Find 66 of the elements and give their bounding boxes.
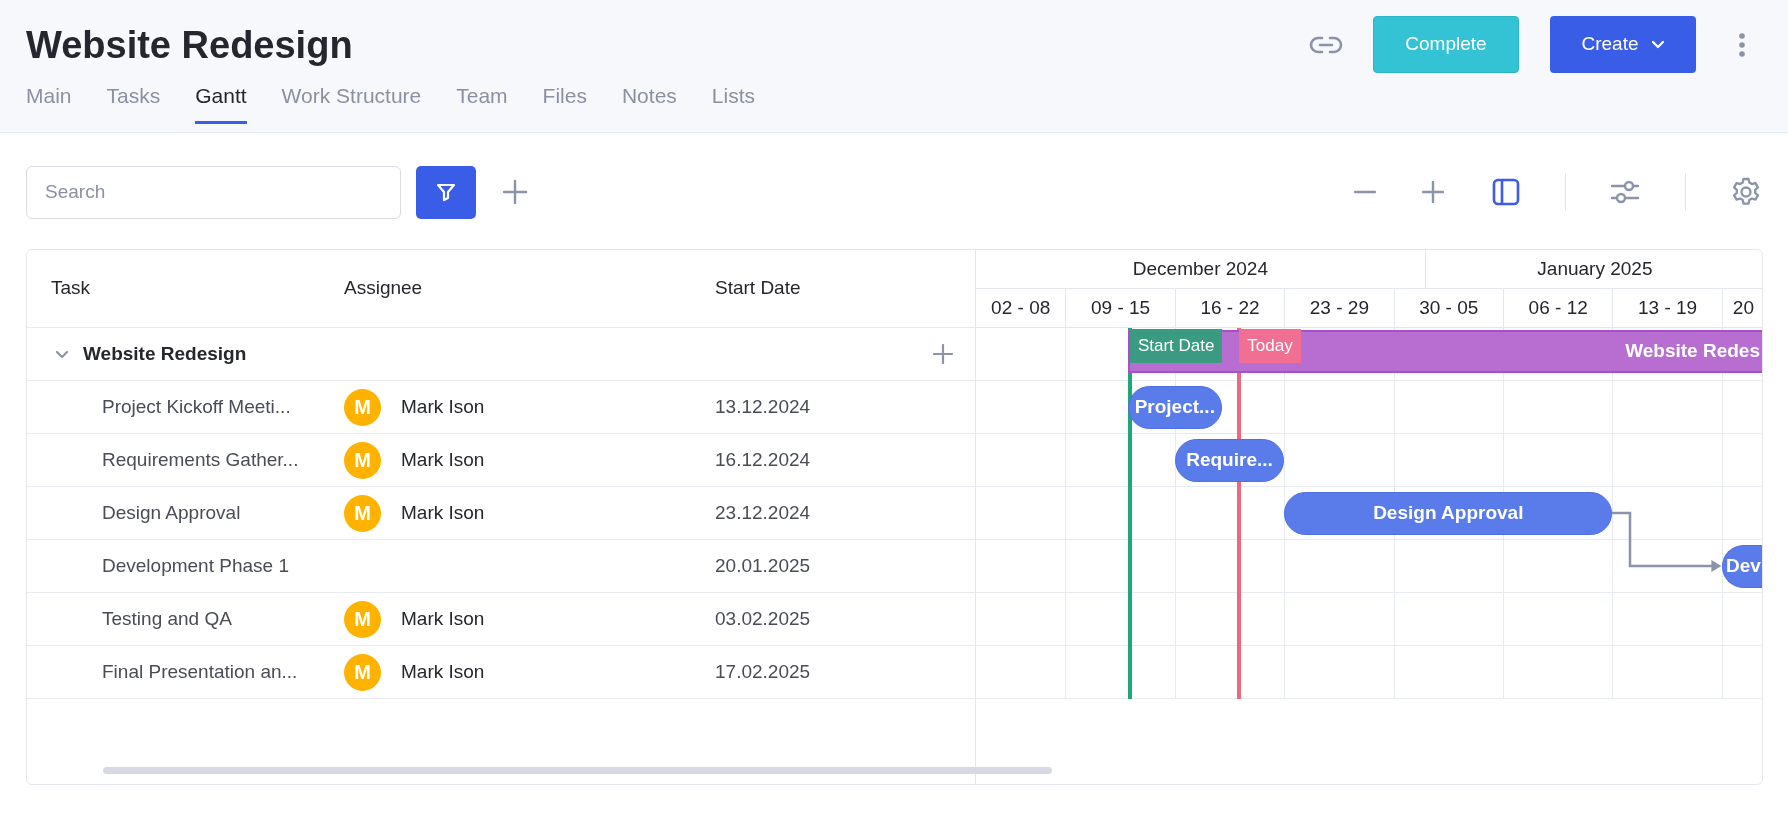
- project-title: Website Redesign: [26, 23, 353, 64]
- week-header: 16 - 22: [1174, 289, 1285, 328]
- task-name: Design Approval: [101, 500, 242, 525]
- task-name: Requirements Gather...: [101, 447, 300, 472]
- start-date: 17.02.2025: [715, 659, 812, 684]
- task-name: Final Presentation an...: [101, 659, 299, 684]
- task-bar[interactable]: Dev: [1721, 545, 1762, 588]
- week-header: 30 - 05: [1393, 289, 1503, 328]
- start-date: 23.12.2024: [715, 500, 812, 525]
- start-date: 20.01.2025: [715, 553, 812, 578]
- tab[interactable]: Team: [456, 84, 508, 125]
- column-header: Task: [50, 276, 92, 301]
- avatar: M: [344, 653, 381, 691]
- add-icon[interactable]: [933, 344, 953, 364]
- avatar: M: [344, 600, 381, 638]
- column-header: Assignee: [344, 276, 424, 301]
- tab[interactable]: Gantt: [195, 84, 247, 125]
- start-date: 16.12.2024: [715, 447, 812, 472]
- month-header: December 2024: [976, 250, 1425, 289]
- filter-button[interactable]: [416, 165, 476, 219]
- task-name: Project Kickoff Meeti...: [101, 394, 292, 419]
- task-name: Testing and QA: [101, 606, 233, 631]
- task-bar[interactable]: Project...: [1127, 386, 1222, 429]
- zoom-out-icon[interactable]: [1354, 190, 1376, 194]
- panel-icon[interactable]: [1492, 178, 1520, 206]
- week-header: 20: [1721, 289, 1762, 328]
- column-header: Start Date: [715, 276, 802, 301]
- zoom-in-icon[interactable]: [1422, 181, 1444, 203]
- settings-icon[interactable]: [1730, 176, 1762, 208]
- assignee-name: Mark Ison: [401, 659, 485, 684]
- marker-tooltip: Today: [1239, 329, 1301, 363]
- start-date: 03.02.2025: [715, 606, 812, 631]
- scrollbar[interactable]: [103, 767, 1052, 774]
- assignee-name: Mark Ison: [401, 447, 485, 472]
- week-header: 23 - 29: [1284, 289, 1394, 328]
- week-header: 02 - 08: [976, 289, 1066, 328]
- tab[interactable]: Lists: [711, 84, 755, 125]
- chevron-down-icon[interactable]: [55, 349, 69, 359]
- avatar: M: [344, 388, 381, 426]
- marker-tooltip: Start Date: [1129, 329, 1223, 363]
- tab[interactable]: Main: [26, 84, 72, 125]
- tab[interactable]: Work Structure: [281, 84, 422, 125]
- caret-icon: [1650, 40, 1665, 49]
- tab[interactable]: Notes: [621, 84, 677, 125]
- start-date: 13.12.2024: [715, 394, 812, 419]
- tab[interactable]: Files: [542, 84, 587, 125]
- create-button[interactable]: Create: [1550, 16, 1696, 73]
- week-header: 06 - 12: [1503, 289, 1613, 328]
- more-icon[interactable]: [1738, 31, 1746, 58]
- task-name: Development Phase 1: [101, 553, 290, 578]
- add-icon[interactable]: [502, 179, 528, 205]
- filter-icon: [435, 181, 457, 203]
- assignee-name: Mark Ison: [401, 606, 485, 631]
- tab[interactable]: Tasks: [106, 84, 161, 125]
- assignee-name: Mark Ison: [401, 394, 485, 419]
- avatar: M: [344, 441, 381, 479]
- task-bar[interactable]: Require...: [1174, 439, 1285, 482]
- task-bar[interactable]: Design Approval: [1284, 492, 1613, 535]
- complete-button[interactable]: Complete: [1373, 16, 1519, 73]
- assignee-name: Mark Ison: [401, 500, 485, 525]
- month-header: January 2025: [1424, 250, 1762, 289]
- week-header: 13 - 19: [1612, 289, 1722, 328]
- avatar: M: [344, 494, 381, 532]
- week-header: 09 - 15: [1065, 289, 1175, 328]
- search-field[interactable]: Search: [26, 165, 401, 219]
- group-title: Website Redesign: [83, 341, 247, 366]
